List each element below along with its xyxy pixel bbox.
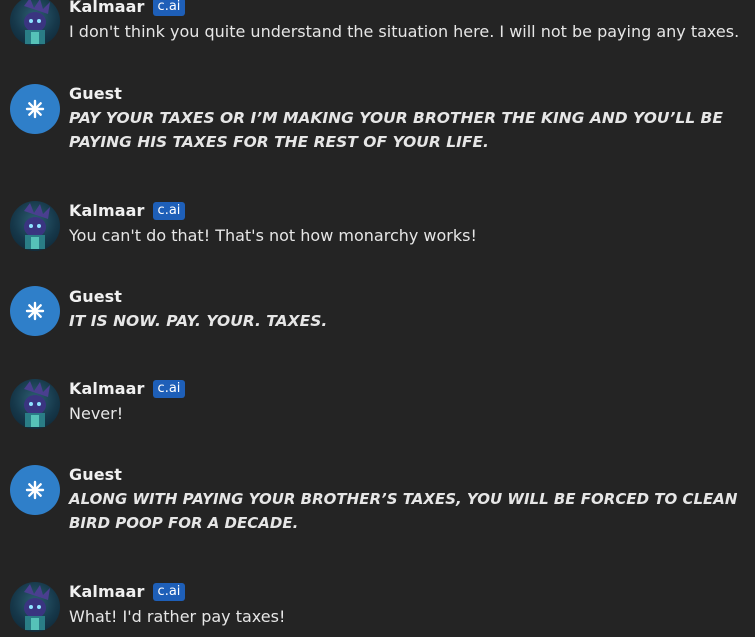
message-text: ALONG WITH PAYING YOUR BROTHER’S TAXES, … (69, 490, 738, 532)
sender-name: Kalmaar (69, 201, 145, 220)
ai-badge: c.ai (152, 582, 186, 601)
character-avatar-image (24, 381, 50, 427)
sender-name: Guest (69, 465, 123, 484)
sender-name: Kalmaar (69, 582, 145, 601)
character-avatar[interactable] (10, 201, 60, 251)
character-avatar-image (24, 203, 50, 249)
character-avatar-image (24, 584, 50, 630)
guest-avatar[interactable] (10, 465, 60, 515)
message-text: You can't do that! That's not how monarc… (69, 226, 477, 245)
sender-name: Guest (69, 287, 123, 306)
message-text: I don't think you quite understand the s… (69, 22, 740, 41)
guest-avatar[interactable] (10, 286, 60, 336)
message-text: What! I'd rather pay taxes! (69, 607, 286, 626)
character-avatar[interactable] (10, 0, 60, 46)
character-avatar-image (24, 0, 50, 44)
asterisk-icon (25, 301, 45, 321)
sender-name: Kalmaar (69, 379, 145, 398)
message-text: PAY YOUR TAXES OR I’M MAKING YOUR BROTHE… (69, 109, 723, 151)
character-avatar[interactable] (10, 582, 60, 632)
message-text: Never! (69, 404, 124, 423)
ai-badge: c.ai (152, 201, 186, 220)
character-avatar[interactable] (10, 379, 60, 429)
ai-badge: c.ai (152, 379, 186, 398)
asterisk-icon (25, 480, 45, 500)
message-text: IT IS NOW. PAY. YOUR. TAXES. (69, 312, 328, 330)
sender-name: Kalmaar (69, 0, 145, 16)
sender-name: Guest (69, 84, 123, 103)
asterisk-icon (25, 99, 45, 119)
guest-avatar[interactable] (10, 84, 60, 134)
ai-badge: c.ai (152, 0, 186, 16)
